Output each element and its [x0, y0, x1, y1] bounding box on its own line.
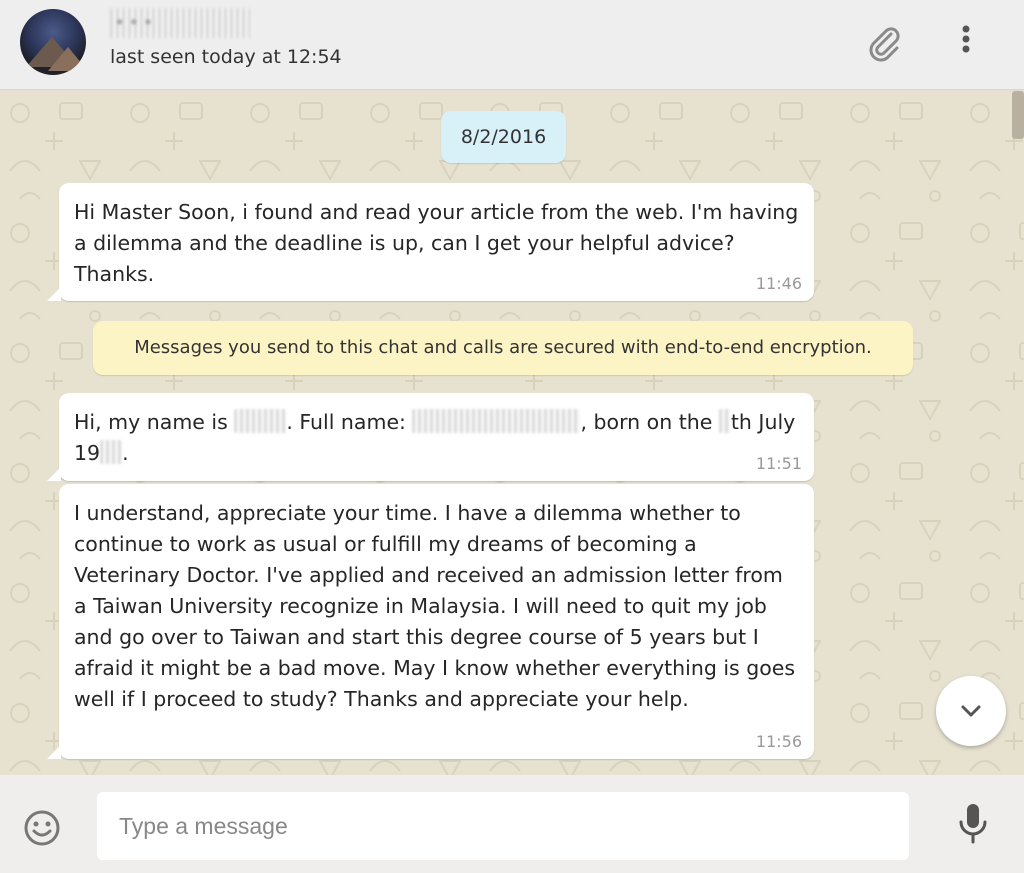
- bubble-tail: [47, 467, 61, 481]
- encryption-notice[interactable]: Messages you send to this chat and calls…: [93, 321, 913, 375]
- incoming-message[interactable]: I understand, appreciate your time. I ha…: [47, 484, 814, 759]
- message-text: Hi, my name is . Full name: , born on th…: [74, 407, 799, 469]
- chat-area[interactable]: 8/2/2016 Hi Master Soon, i found and rea…: [0, 91, 1024, 775]
- microphone-icon: [959, 804, 987, 844]
- message-text: I understand, appreciate your time. I ha…: [74, 501, 796, 711]
- message-text: Hi Master Soon, i found and read your ar…: [74, 200, 799, 286]
- message-time: 11:46: [755, 274, 802, 293]
- scroll-to-bottom-button[interactable]: [936, 676, 1006, 746]
- redacted-year: [100, 440, 123, 464]
- message-text-part: th July: [730, 410, 796, 434]
- bubble-tail: [47, 287, 61, 301]
- contact-name[interactable]: •••: [110, 8, 250, 38]
- message-input[interactable]: [97, 792, 909, 860]
- message-composer: [0, 775, 1024, 873]
- message-text-part: , born on the: [580, 410, 719, 434]
- redacted-name: [234, 409, 287, 433]
- redacted-day: [718, 409, 731, 433]
- microphone-button[interactable]: [955, 801, 991, 847]
- emoji-button[interactable]: [22, 808, 62, 848]
- chat-header: ••• last seen today at 12:54: [0, 0, 1024, 90]
- message-text-part: Hi, my name is: [74, 410, 235, 434]
- vertical-dots-icon: [962, 25, 970, 53]
- bubble-tail: [47, 745, 61, 759]
- avatar-mountain-2: [48, 47, 86, 71]
- incoming-message[interactable]: Hi, my name is . Full name: , born on th…: [47, 393, 814, 481]
- attach-button[interactable]: [864, 22, 904, 62]
- message-text-part: 19: [74, 441, 101, 465]
- chat-scrollbar[interactable]: [1012, 91, 1024, 139]
- message-text-part: . Full name:: [286, 410, 413, 434]
- message-text-part: .: [122, 441, 129, 465]
- chevron-down-icon: [961, 705, 981, 717]
- paperclip-icon: [869, 27, 900, 62]
- date-chip: 8/2/2016: [441, 111, 566, 163]
- smiley-icon: [24, 810, 60, 846]
- incoming-message[interactable]: Hi Master Soon, i found and read your ar…: [47, 183, 814, 301]
- message-time: 11:51: [755, 454, 802, 473]
- contact-avatar[interactable]: [20, 9, 86, 75]
- redacted-full-name: [412, 409, 581, 433]
- menu-button[interactable]: [950, 20, 982, 60]
- last-seen-status: last seen today at 12:54: [110, 46, 342, 68]
- message-time: 11:56: [755, 732, 802, 751]
